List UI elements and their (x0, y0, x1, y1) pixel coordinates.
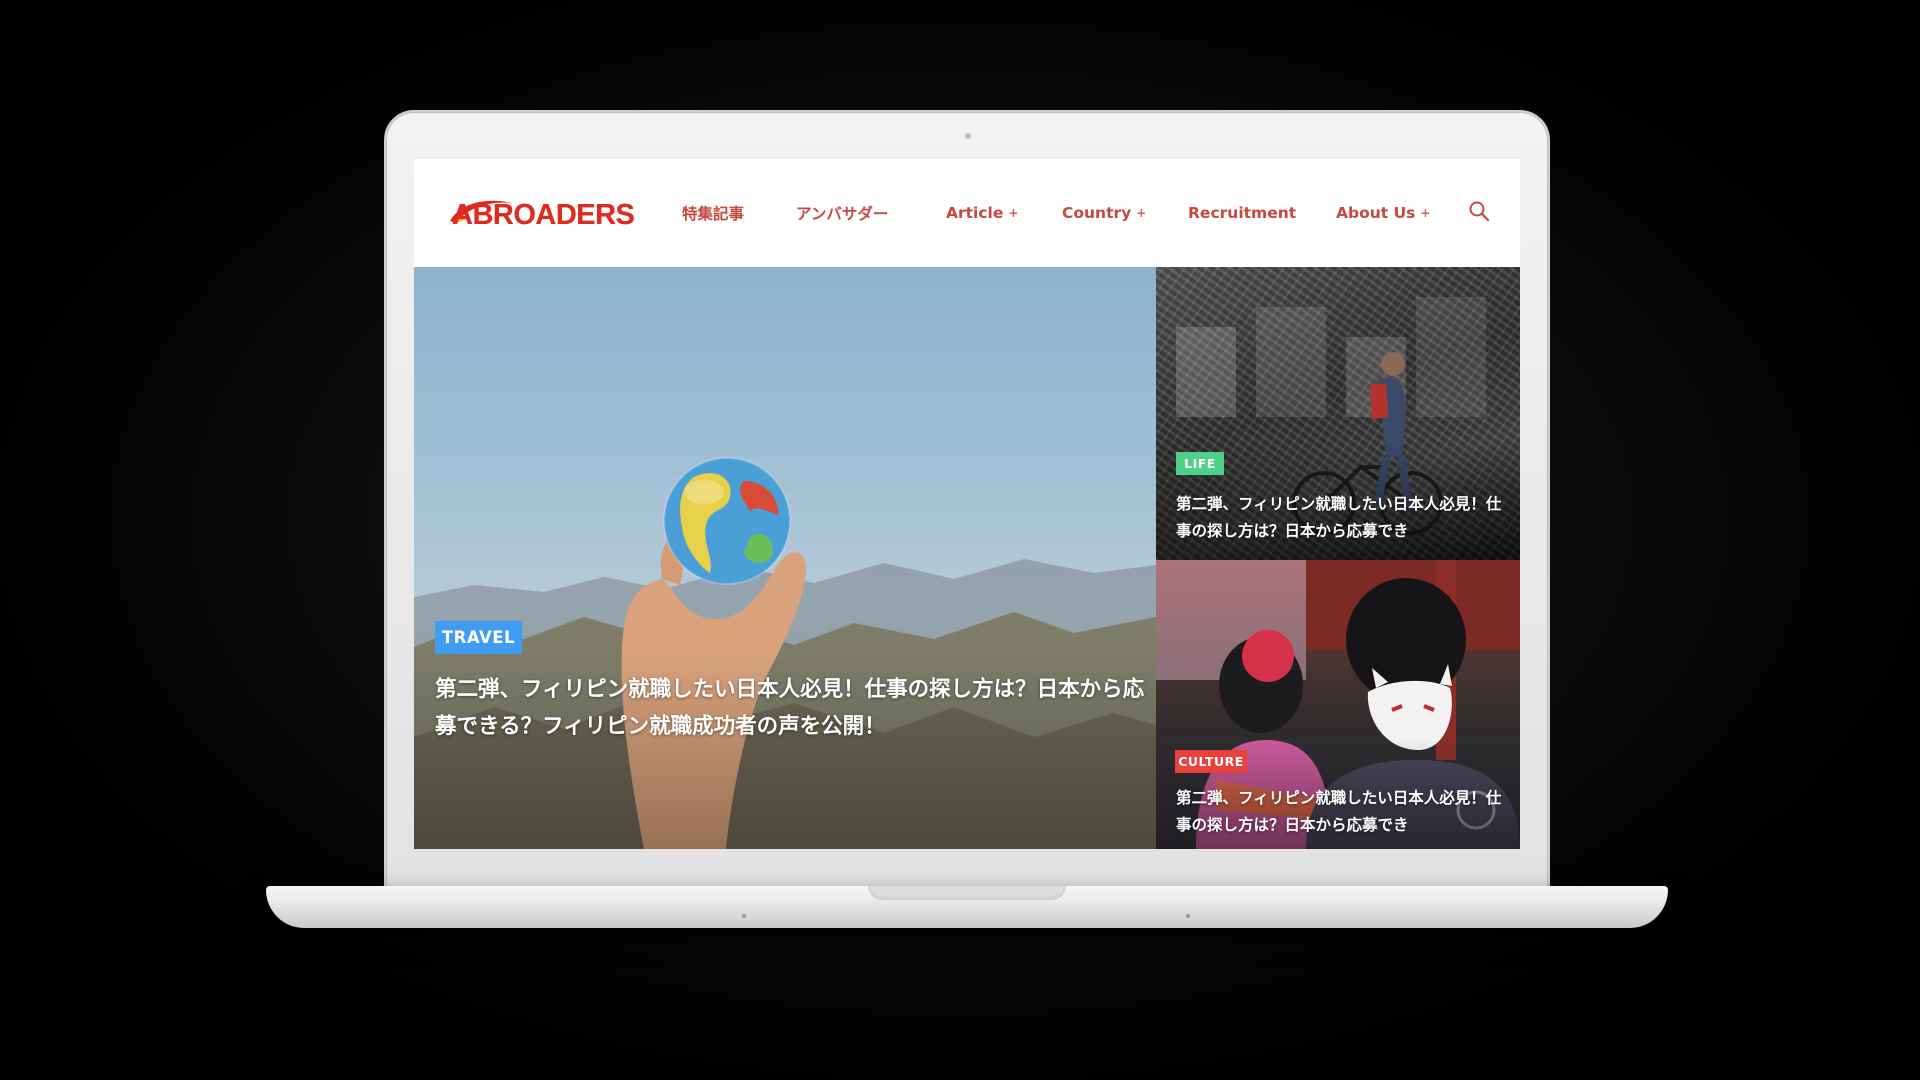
category-badge-life[interactable]: LIFE (1176, 452, 1224, 475)
category-badge-culture[interactable]: CULTURE (1175, 750, 1247, 773)
nav-item-label: Recruitment (1188, 204, 1297, 222)
submenu-plus-icon: + (1136, 206, 1147, 220)
submenu-plus-icon: + (1420, 206, 1431, 220)
nav-item-country[interactable]: Country + (1062, 204, 1146, 222)
hero-main-card[interactable]: TRAVEL 第二弾、フィリピン就職したい日本人必見！仕事の探し方は？日本から応… (414, 267, 1156, 849)
logo-text: ABROADERS (452, 198, 635, 231)
nav-item-label: About Us (1336, 204, 1416, 222)
laptop-base (266, 886, 1668, 928)
hero-side-top-title[interactable]: 第二弾、フィリピン就職したい日本人必見！仕事の探し方は？日本から応募でき (1176, 491, 1514, 545)
hero-side-bottom-title[interactable]: 第二弾、フィリピン就職したい日本人必見！仕事の探し方は？日本から応募でき (1176, 785, 1514, 839)
nav-item-label: アンバサダー (796, 205, 889, 223)
nav-item-label: Article (946, 204, 1004, 222)
nav-item-article[interactable]: Article + (946, 204, 1018, 222)
laptop-foot (742, 914, 746, 918)
webcam-icon (965, 133, 971, 139)
laptop-foot (1186, 914, 1190, 918)
site-header: ABROADERS 特集記事 アンバサダー Article + Country … (414, 159, 1520, 267)
search-icon[interactable] (1468, 200, 1490, 222)
hero-side-bottom-card[interactable]: CULTURE 第二弾、フィリピン就職したい日本人必見！仕事の探し方は？日本から… (1156, 560, 1520, 849)
site-logo[interactable]: ABROADERS (450, 195, 635, 235)
nav-item-label: Country (1062, 204, 1132, 222)
laptop-opening-notch (868, 886, 1066, 900)
hero-side-top-card[interactable]: LIFE 第二弾、フィリピン就職したい日本人必見！仕事の探し方は？日本から応募で… (1156, 267, 1520, 560)
submenu-plus-icon: + (1008, 206, 1019, 220)
nav-item-label: 特集記事 (682, 205, 745, 223)
nav-item-features[interactable]: 特集記事 (682, 202, 744, 224)
hero-main-title[interactable]: 第二弾、フィリピン就職したい日本人必見！仕事の探し方は？日本から応募できる？フィ… (435, 671, 1155, 745)
category-badge-travel[interactable]: TRAVEL (435, 621, 522, 654)
nav-item-recruitment[interactable]: Recruitment (1188, 204, 1296, 222)
nav-item-about-us[interactable]: About Us + (1336, 204, 1430, 222)
nav-item-ambassador[interactable]: アンバサダー (796, 202, 888, 224)
browser-screen: ABROADERS 特集記事 アンバサダー Article + Country … (414, 159, 1520, 849)
